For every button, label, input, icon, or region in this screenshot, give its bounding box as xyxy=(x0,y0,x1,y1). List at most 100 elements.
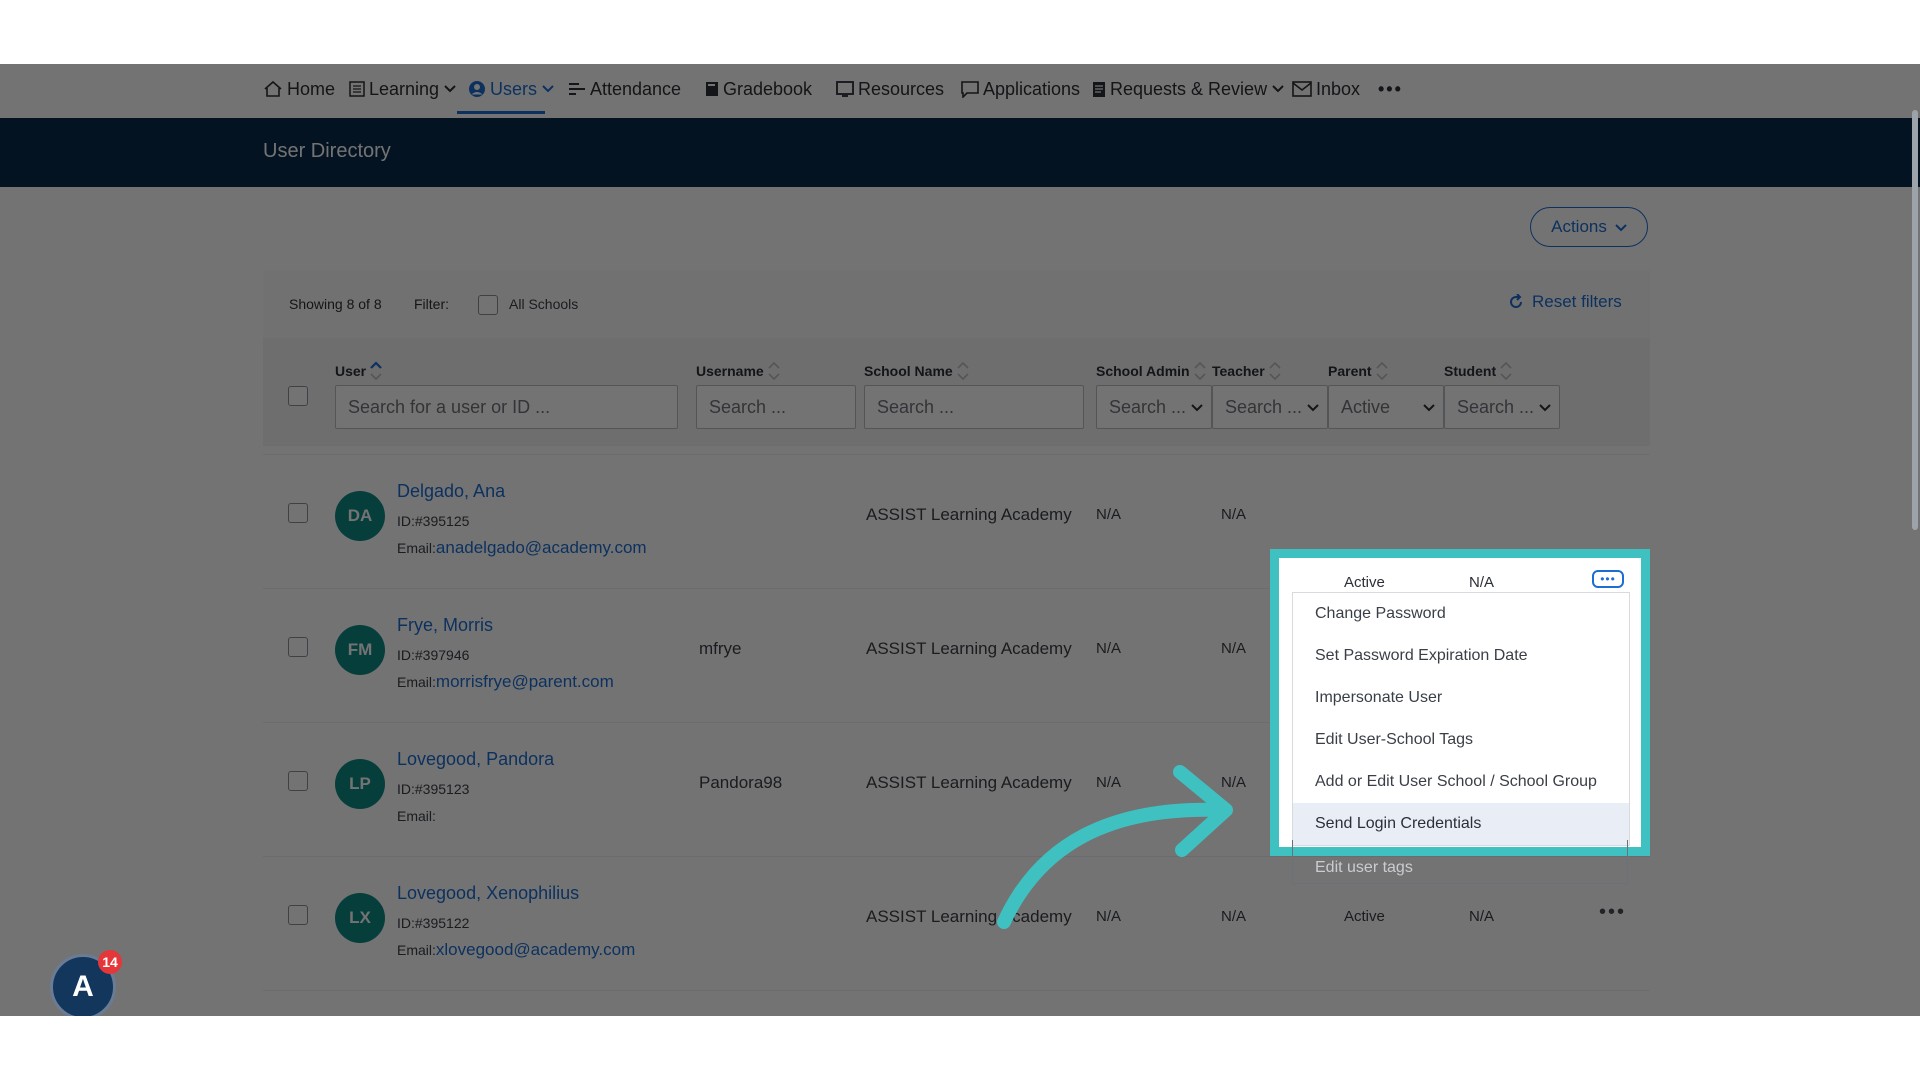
table-row xyxy=(263,990,1650,1016)
nav-gradebook[interactable]: Gradebook xyxy=(705,70,812,108)
column-school-name-label: School Name xyxy=(864,363,953,379)
menu-item-edit-user-tags[interactable]: Edit user tags xyxy=(1292,840,1628,884)
home-icon xyxy=(264,80,282,97)
teacher-filter-select[interactable]: Search ... xyxy=(1212,385,1328,429)
school-admin-filter-value: Search ... xyxy=(1109,396,1187,417)
actions-label: Actions xyxy=(1551,217,1607,236)
school-name-cell: ASSIST Learning Academy xyxy=(866,639,1072,658)
student-cell: N/A xyxy=(1469,908,1495,925)
nav-applications-label: Applications xyxy=(983,78,1081,99)
email-link[interactable]: anadelgado@academy.com xyxy=(436,538,647,557)
row-checkbox[interactable] xyxy=(288,503,308,523)
chevron-down-icon xyxy=(1615,223,1627,231)
sort-icon xyxy=(768,361,780,381)
nav-inbox[interactable]: Inbox xyxy=(1292,70,1360,108)
email-label: Email: xyxy=(397,674,436,690)
assistant-badge[interactable]: A 14 xyxy=(50,950,122,1016)
user-name-link[interactable]: Delgado, Ana xyxy=(397,481,505,502)
email-label: Email: xyxy=(397,540,436,556)
email-link[interactable]: morrisfrye@parent.com xyxy=(436,672,614,691)
column-parent-label: Parent xyxy=(1328,363,1372,379)
column-school-name[interactable]: School Name xyxy=(864,360,970,382)
parent-filter-value: Active xyxy=(1341,396,1391,417)
row-checkbox[interactable] xyxy=(288,637,308,657)
row-actions-menu: Change Password Set Password Expiration … xyxy=(1292,592,1630,846)
user-email: Email:anadelgado@academy.com xyxy=(397,538,647,558)
column-parent[interactable]: Parent xyxy=(1328,360,1389,382)
menu-item-set-password-expiration[interactable]: Set Password Expiration Date xyxy=(1293,635,1629,677)
nav-more-button[interactable]: ••• xyxy=(1378,70,1403,108)
school-name-search-input[interactable]: Search ... xyxy=(864,385,1084,429)
user-name-link[interactable]: Lovegood, Xenophilius xyxy=(397,883,579,904)
menu-item-send-login-credentials[interactable]: Send Login Credentials xyxy=(1293,803,1629,845)
curved-arrow-icon xyxy=(997,765,1233,929)
nav-applications[interactable]: Applications xyxy=(961,70,1080,108)
student-filter-value: Search ... xyxy=(1457,396,1535,417)
nav-attendance[interactable]: Attendance xyxy=(568,70,681,108)
row-checkbox[interactable] xyxy=(288,905,308,925)
mail-icon xyxy=(1292,81,1312,97)
column-student-label: Student xyxy=(1444,363,1497,379)
email-link[interactable]: xlovegood@academy.com xyxy=(436,940,635,959)
school-admin-filter-select[interactable]: Search ... xyxy=(1096,385,1212,429)
sort-ascending-icon xyxy=(370,361,382,381)
user-email: Email:xlovegood@academy.com xyxy=(397,940,635,960)
menu-item-add-edit-user-school[interactable]: Add or Edit User School / School Group xyxy=(1293,761,1629,803)
user-search-input[interactable]: Search for a user or ID ... xyxy=(335,385,678,429)
column-school-admin[interactable]: School Admin xyxy=(1096,360,1207,382)
sort-icon xyxy=(1376,361,1388,381)
teacher-filter-value: Search ... xyxy=(1225,396,1303,417)
column-teacher[interactable]: Teacher xyxy=(1212,360,1282,382)
nav-gradebook-label: Gradebook xyxy=(723,78,813,99)
column-username-label: Username xyxy=(696,363,764,379)
chat-icon xyxy=(961,80,979,98)
scrollbar-thumb[interactable] xyxy=(1912,110,1918,530)
user-name-link[interactable]: Lovegood, Pandora xyxy=(397,749,554,770)
menu-row-parent: Active xyxy=(1344,574,1385,591)
column-teacher-label: Teacher xyxy=(1212,363,1265,379)
user-email: Email: xyxy=(397,806,436,826)
top-nav: Home Learning Users Attendance Gradebook… xyxy=(0,64,1920,119)
row-actions-button[interactable]: ••• xyxy=(1592,570,1624,588)
avatar: LP xyxy=(335,759,385,809)
nav-home-label: Home xyxy=(287,78,336,99)
sort-icon xyxy=(1500,361,1512,381)
user-id: ID:#395122 xyxy=(397,915,470,931)
reset-filters-button[interactable]: Reset filters xyxy=(1508,292,1622,312)
nav-requests-review[interactable]: Requests & Review xyxy=(1092,70,1285,108)
select-all-checkbox[interactable] xyxy=(288,386,308,406)
row-checkbox[interactable] xyxy=(288,771,308,791)
avatar: DA xyxy=(335,491,385,541)
actions-button[interactable]: Actions xyxy=(1530,207,1648,247)
menu-item-impersonate-user[interactable]: Impersonate User xyxy=(1293,677,1629,719)
user-email: Email:morrisfrye@parent.com xyxy=(397,672,614,692)
column-student[interactable]: Student xyxy=(1444,360,1513,382)
menu-item-edit-user-school-tags[interactable]: Edit User-School Tags xyxy=(1293,719,1629,761)
row-actions-button[interactable]: ••• xyxy=(1599,901,1626,924)
column-user-label: User xyxy=(335,363,367,379)
page-title: User Directory xyxy=(263,140,391,162)
user-name-link[interactable]: Frye, Morris xyxy=(397,615,493,636)
showing-count: Showing 8 of 8 xyxy=(289,296,382,312)
app-window: Home Learning Users Attendance Gradebook… xyxy=(0,64,1920,1016)
nav-home[interactable]: Home xyxy=(263,70,335,108)
nav-resources[interactable]: Resources xyxy=(836,70,944,108)
student-filter-select[interactable]: Search ... xyxy=(1444,385,1560,429)
username-search-input[interactable]: Search ... xyxy=(696,385,856,429)
chevron-down-icon xyxy=(1307,403,1319,411)
menu-item-change-password[interactable]: Change Password xyxy=(1293,593,1629,635)
parent-filter-select[interactable]: Active xyxy=(1328,385,1444,429)
column-user[interactable]: User xyxy=(335,360,383,382)
nav-users[interactable]: Users xyxy=(468,70,555,108)
all-schools-checkbox[interactable] xyxy=(478,295,498,315)
user-id: ID:#395123 xyxy=(397,781,470,797)
table-toolbar: Showing 8 of 8 Filter: All Schools Reset… xyxy=(263,270,1650,339)
chevron-down-icon xyxy=(1423,403,1435,411)
column-username[interactable]: Username xyxy=(696,360,781,382)
avatar: LX xyxy=(335,893,385,943)
sort-icon xyxy=(1269,361,1281,381)
column-school-admin-label: School Admin xyxy=(1096,363,1190,379)
all-schools-label: All Schools xyxy=(509,296,579,312)
nav-learning[interactable]: Learning xyxy=(349,70,457,108)
page-header: User Directory xyxy=(0,118,1920,187)
